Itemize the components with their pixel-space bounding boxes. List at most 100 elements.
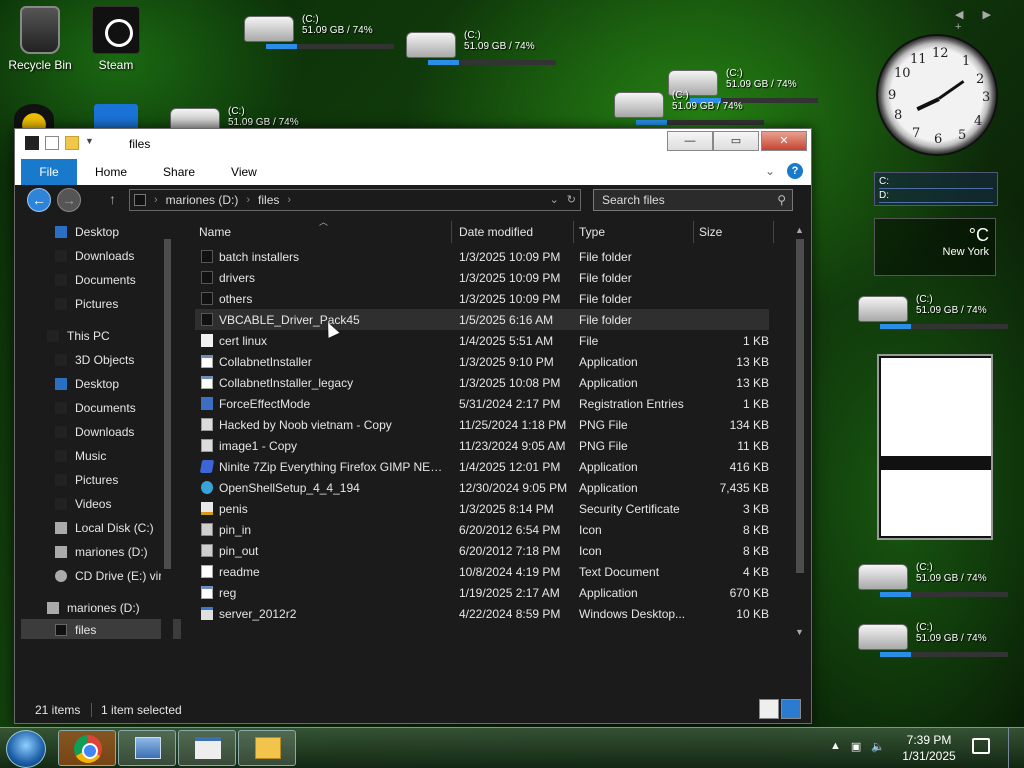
file-row[interactable]: ForceEffectMode 5/31/2024 2:17 PM Registra… — [195, 393, 769, 414]
properties-icon[interactable] — [45, 136, 59, 150]
start-button[interactable] — [6, 730, 46, 768]
drive-meter-gadget[interactable]: C: D: — [874, 172, 998, 206]
address-bar[interactable]: › mariones (D:) › files › ⌄ ↻ — [129, 189, 581, 211]
breadcrumb-chevron-icon[interactable]: › — [287, 194, 291, 206]
help-icon[interactable]: ? — [787, 163, 803, 179]
drive-gadget[interactable]: (C:) 51.09 GB / 74% — [858, 620, 1018, 660]
breadcrumb-folder[interactable]: files — [258, 193, 279, 207]
title-bar[interactable]: ▼ files — ▭ ✕ — [15, 129, 811, 159]
nav-item-files[interactable]: files — [21, 619, 181, 639]
file-list-scrollbar[interactable]: ▲ ▼ — [793, 225, 807, 639]
breadcrumb-chevron-icon[interactable]: › — [246, 194, 250, 206]
nav-item-pictures[interactable]: Pictures — [21, 293, 181, 315]
nav-item-desktop-pc[interactable]: Desktop — [21, 373, 181, 395]
slideshow-gadget[interactable] — [877, 354, 993, 540]
search-box[interactable]: ⚲ — [593, 189, 793, 211]
file-row[interactable]: Hacked by Noob vietnam - Copy 11/25/2024 … — [195, 414, 769, 435]
file-row[interactable]: VBCABLE_Driver_Pack45 1/5/2025 6:16 AM Fil… — [195, 309, 769, 330]
file-row[interactable]: CollabnetInstaller_legacy 1/3/2025 10:08 … — [195, 372, 769, 393]
file-list[interactable]: Name ︿ Date modified Type Size batch ins… — [181, 215, 795, 639]
up-button[interactable]: ↑ — [109, 191, 116, 207]
nav-item-documents-pc[interactable]: Documents — [21, 397, 181, 419]
network-icon[interactable]: ▣ — [851, 740, 861, 753]
search-input[interactable] — [602, 193, 762, 207]
file-row[interactable]: readme 10/8/2024 4:19 PM Text Document 4 KB — [195, 561, 769, 582]
tab-file[interactable]: File — [21, 159, 77, 185]
nav-item-desktop[interactable]: Desktop — [21, 221, 181, 243]
file-row[interactable]: cert linux 1/4/2025 5:51 AM File 1 KB — [195, 330, 769, 351]
nav-item-documents[interactable]: Documents — [21, 269, 181, 291]
weather-gadget[interactable]: °C New York — [874, 218, 996, 276]
breadcrumb-drive[interactable]: mariones (D:) — [166, 193, 239, 207]
taskbar-window[interactable] — [178, 730, 236, 766]
address-history-icon[interactable]: ⌄ — [550, 193, 559, 206]
column-header-type[interactable]: Type — [579, 225, 605, 239]
back-button[interactable]: ← — [27, 188, 51, 212]
file-explorer-window[interactable]: ▼ files — ▭ ✕ File Home Share View ⌄ ? ←… — [14, 128, 812, 724]
taskbar-remote-desktop[interactable] — [118, 730, 176, 766]
breadcrumb-chevron-icon[interactable]: › — [154, 194, 158, 206]
nav-item-music[interactable]: Music — [21, 445, 181, 467]
nav-item-local-disk-c[interactable]: Local Disk (C:) — [21, 517, 181, 539]
scrollbar-thumb[interactable] — [796, 239, 804, 573]
nav-item-this-pc[interactable]: This PC — [21, 325, 181, 347]
steam-desktop-icon[interactable]: Steam — [76, 6, 156, 72]
drive-gadget[interactable]: (C:) 51.09 GB / 74% — [614, 88, 774, 128]
file-row[interactable]: others 1/3/2025 10:09 PM File folder — [195, 288, 769, 309]
drive-gadget[interactable]: (C:) 51.09 GB / 74% — [858, 292, 1018, 332]
file-row[interactable]: pin_out 6/20/2012 7:18 PM Icon 8 KB — [195, 540, 769, 561]
file-row[interactable]: Ninite 7Zip Everything Firefox GIMP NET … — [195, 456, 769, 477]
scroll-up-icon[interactable]: ▲ — [795, 225, 804, 235]
file-row[interactable]: reg 1/19/2025 2:17 AM Application 670 KB — [195, 582, 769, 603]
nav-item-mariones-d-root[interactable]: mariones (D:) — [21, 597, 181, 619]
file-row[interactable]: server_2012r2 4/22/2024 8:59 PM Windows De… — [195, 603, 769, 624]
tab-share[interactable]: Share — [145, 159, 213, 185]
gadget-nav-arrows[interactable]: ◀ ▶ + — [955, 8, 1024, 33]
show-hidden-icons-icon[interactable]: ▲ — [830, 740, 841, 753]
nav-item-downloads[interactable]: Downloads — [21, 245, 181, 267]
column-header-name[interactable]: Name — [199, 225, 231, 239]
scroll-down-icon[interactable]: ▼ — [795, 627, 804, 637]
volume-muted-icon[interactable]: 🔈 — [871, 740, 885, 753]
nav-item-3d-objects[interactable]: 3D Objects — [21, 349, 181, 371]
taskbar-chrome[interactable] — [58, 730, 116, 766]
file-row[interactable]: penis 1/3/2025 8:14 PM Security Certificat… — [195, 498, 769, 519]
drive-gadget[interactable]: (C:) 51.09 GB / 74% — [244, 12, 404, 52]
clock-gadget[interactable]: 12 1 2 3 4 5 6 7 8 9 10 11 — [876, 34, 998, 156]
file-row[interactable]: pin_in 6/20/2012 6:54 PM Icon 8 KB — [195, 519, 769, 540]
details-view-button[interactable] — [759, 699, 779, 719]
column-header-date[interactable]: Date modified — [459, 225, 533, 239]
refresh-icon[interactable]: ↻ — [567, 193, 576, 206]
column-header-size[interactable]: Size — [699, 225, 722, 239]
chevron-down-icon[interactable]: ▼ — [85, 136, 94, 150]
file-row[interactable]: image1 - Copy 11/23/2024 9:05 AM PNG File 1… — [195, 435, 769, 456]
maximize-button[interactable]: ▭ — [713, 131, 759, 151]
tab-view[interactable]: View — [213, 159, 275, 185]
taskbar-file-explorer[interactable] — [238, 730, 296, 766]
search-icon[interactable]: ⚲ — [777, 193, 786, 207]
drive-gadget[interactable]: (C:) 51.09 GB / 74% — [858, 560, 1018, 600]
file-row[interactable]: drivers 1/3/2025 10:09 PM File folder — [195, 267, 769, 288]
drive-gadget[interactable]: (C:) 51.09 GB / 74% — [406, 28, 566, 68]
notification-center-icon[interactable] — [972, 738, 990, 754]
close-button[interactable]: ✕ — [761, 131, 807, 151]
large-icons-view-button[interactable] — [781, 699, 801, 719]
file-row[interactable]: batch installers 1/3/2025 10:09 PM File fo… — [195, 246, 769, 267]
tab-home[interactable]: Home — [77, 159, 145, 185]
nav-item-videos[interactable]: Videos — [21, 493, 181, 515]
expand-ribbon-icon[interactable]: ⌄ — [765, 164, 775, 178]
file-row[interactable]: CollabnetInstaller 1/3/2025 9:10 PM Applic… — [195, 351, 769, 372]
show-desktop-button[interactable] — [1008, 728, 1024, 768]
recycle-bin-desktop-icon[interactable]: Recycle Bin — [0, 6, 80, 72]
forward-button[interactable]: → — [57, 188, 81, 212]
nav-item-cd-drive-e[interactable]: CD Drive (E:) virt — [21, 565, 181, 587]
navigation-pane[interactable]: Desktop Downloads Documents Pictures Thi… — [21, 219, 181, 639]
nav-pane-scrollbar[interactable] — [161, 225, 173, 639]
scrollbar-thumb[interactable] — [164, 239, 171, 569]
new-folder-icon[interactable] — [65, 136, 79, 150]
nav-item-downloads-pc[interactable]: Downloads — [21, 421, 181, 443]
file-row[interactable]: OpenShellSetup_4_4_194 12/30/2024 9:05 PM… — [195, 477, 769, 498]
nav-item-pictures-pc[interactable]: Pictures — [21, 469, 181, 491]
minimize-button[interactable]: — — [667, 131, 713, 151]
nav-item-mariones-d[interactable]: mariones (D:) — [21, 541, 181, 563]
